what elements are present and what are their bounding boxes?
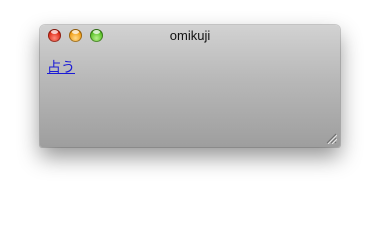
title-bar[interactable]: omikuji xyxy=(40,25,340,47)
app-window: omikuji 占う xyxy=(40,25,340,147)
window-content: 占う xyxy=(40,47,340,147)
resize-grip-icon[interactable] xyxy=(325,132,337,144)
fortune-link[interactable]: 占う xyxy=(47,57,75,77)
window-title: omikuji xyxy=(169,28,211,43)
desktop: omikuji 占う xyxy=(0,0,380,202)
